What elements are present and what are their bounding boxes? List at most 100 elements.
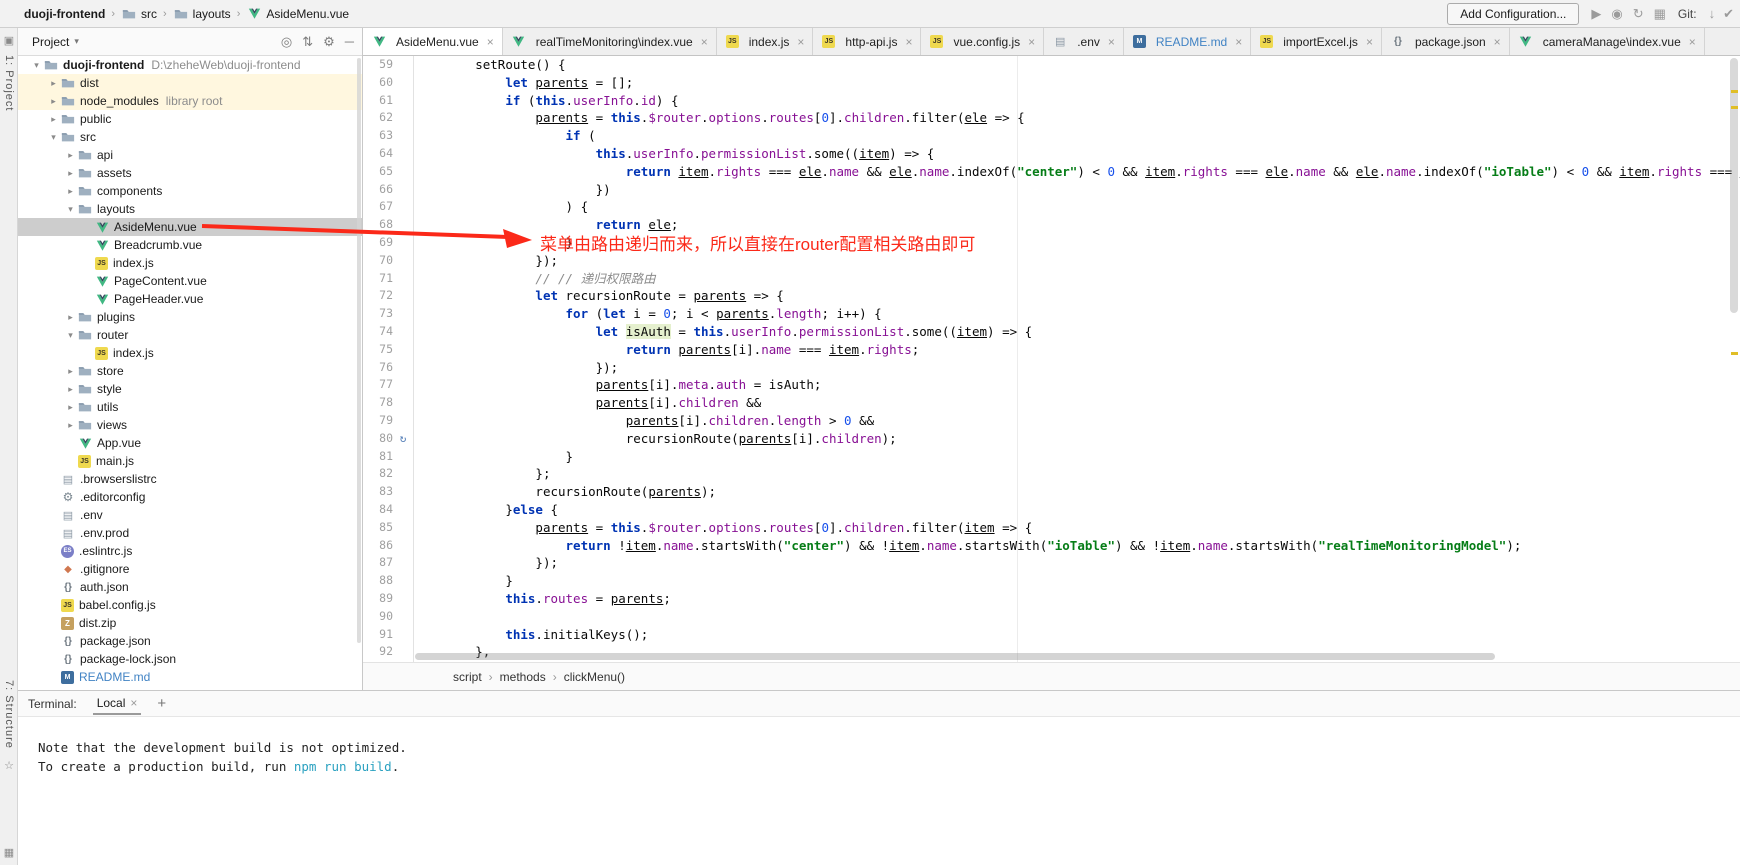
tree-item[interactable]: ▾router: [18, 326, 362, 344]
tree-item[interactable]: ▾src: [18, 128, 362, 146]
line-number[interactable]: 75: [363, 341, 393, 359]
editor-tab[interactable]: JSindex.js×: [717, 28, 814, 55]
line-number[interactable]: 72: [363, 287, 393, 305]
line-number[interactable]: 60: [363, 74, 393, 92]
chevron-down-icon[interactable]: ▾: [64, 204, 77, 215]
tree-item[interactable]: ES.eslintrc.js: [18, 542, 362, 560]
horizontal-scrollbar[interactable]: [415, 653, 1495, 660]
line-number[interactable]: 70: [363, 252, 393, 270]
tool-button-structure[interactable]: 7: Structure: [3, 680, 15, 749]
update-icon[interactable]: ↓: [1709, 6, 1716, 22]
close-icon[interactable]: ×: [797, 35, 804, 49]
tree-item[interactable]: JSindex.js: [18, 344, 362, 362]
editor-tab[interactable]: {}package.json×: [1382, 28, 1510, 55]
tree-item[interactable]: App.vue: [18, 434, 362, 452]
warning-stripe-mark[interactable]: [1731, 90, 1738, 93]
add-configuration-button[interactable]: Add Configuration...: [1447, 3, 1579, 25]
code-text[interactable]: for (let i = 0; i < parents.length; i++)…: [413, 305, 882, 323]
tree-item[interactable]: ▸plugins: [18, 308, 362, 326]
code-text[interactable]: });: [413, 359, 618, 377]
tree-item[interactable]: AsideMenu.vue: [18, 218, 362, 236]
code-text[interactable]: }: [413, 572, 513, 590]
warning-stripe-mark[interactable]: [1731, 106, 1738, 109]
line-number[interactable]: 82: [363, 465, 393, 483]
tree-item[interactable]: Breadcrumb.vue: [18, 236, 362, 254]
chevron-right-icon[interactable]: ▸: [64, 312, 77, 323]
breadcrumb-item[interactable]: layouts: [173, 6, 231, 22]
line-number[interactable]: 88: [363, 572, 393, 590]
line-number[interactable]: 73: [363, 305, 393, 323]
tree-scrollbar[interactable]: [357, 58, 361, 643]
tree-item[interactable]: ▾layouts: [18, 200, 362, 218]
hide-icon[interactable]: ─: [345, 34, 354, 50]
close-icon[interactable]: ×: [1235, 35, 1242, 49]
code-text[interactable]: parents = this.$router.options.routes[0]…: [413, 109, 1025, 127]
chevron-right-icon[interactable]: ▸: [64, 150, 77, 161]
line-number[interactable]: 68: [363, 216, 393, 234]
sync-icon[interactable]: ↻: [1633, 6, 1644, 22]
line-number[interactable]: 91: [363, 626, 393, 644]
chevron-right-icon[interactable]: ▸: [64, 402, 77, 413]
line-number[interactable]: 77: [363, 376, 393, 394]
close-icon[interactable]: ×: [1028, 35, 1035, 49]
line-number[interactable]: 63: [363, 127, 393, 145]
scroll-sync-icon[interactable]: ⇅: [302, 34, 313, 50]
code-text[interactable]: parents[i].children &&: [413, 394, 761, 412]
tree-item[interactable]: JSindex.js: [18, 254, 362, 272]
breadcrumb-item[interactable]: script: [453, 670, 482, 684]
tool-windows-icon[interactable]: ▦: [1654, 6, 1666, 22]
code-text[interactable]: recursionRoute(parents);: [413, 483, 716, 501]
line-number[interactable]: 85: [363, 519, 393, 537]
close-icon[interactable]: ×: [1494, 35, 1501, 49]
tool-button-project[interactable]: 1: Project: [3, 55, 15, 111]
tree-item[interactable]: ▸api: [18, 146, 362, 164]
tree-item[interactable]: ⚙.editorconfig: [18, 488, 362, 506]
code-text[interactable]: if (this.userInfo.id) {: [413, 92, 678, 110]
tree-item[interactable]: PageContent.vue: [18, 272, 362, 290]
favorites-icon[interactable]: ☆: [4, 759, 14, 772]
line-number[interactable]: 74: [363, 323, 393, 341]
code-text[interactable]: return parents[i].name === item.rights;: [413, 341, 919, 359]
tree-item[interactable]: JSbabel.config.js: [18, 596, 362, 614]
code-text[interactable]: ) {: [413, 198, 588, 216]
close-icon[interactable]: ×: [905, 35, 912, 49]
tree-item[interactable]: {}package-lock.json: [18, 650, 362, 668]
tree-item[interactable]: ▸utils: [18, 398, 362, 416]
line-number[interactable]: 64: [363, 145, 393, 163]
code-text[interactable]: }else {: [413, 501, 558, 519]
debug-icon[interactable]: ◉: [1611, 6, 1622, 22]
code-text[interactable]: });: [413, 554, 558, 572]
tree-item[interactable]: JSmain.js: [18, 452, 362, 470]
line-number[interactable]: 83: [363, 483, 393, 501]
new-terminal-tab-button[interactable]: +: [157, 695, 166, 712]
line-number[interactable]: 67: [363, 198, 393, 216]
tree-item[interactable]: MREADME.md: [18, 668, 362, 686]
breadcrumb-item[interactable]: duoji-frontend: [24, 7, 105, 21]
tree-item[interactable]: ▾duoji-frontendD:\zheheWeb\duoji-fronten…: [18, 56, 362, 74]
code-text[interactable]: this.routes = parents;: [413, 590, 671, 608]
stripe-bottom-icon[interactable]: ▦: [4, 846, 14, 859]
editor-tab[interactable]: ▤.env×: [1044, 28, 1124, 55]
code-text[interactable]: setRoute() {: [413, 56, 566, 74]
tree-item[interactable]: ▸style: [18, 380, 362, 398]
chevron-down-icon[interactable]: ▾: [30, 60, 43, 71]
tree-item[interactable]: ▤.env.prod: [18, 524, 362, 542]
tree-item[interactable]: {}auth.json: [18, 578, 362, 596]
code-text[interactable]: };: [413, 465, 550, 483]
tree-item[interactable]: PageHeader.vue: [18, 290, 362, 308]
code-text[interactable]: }: [413, 234, 573, 252]
breadcrumb-item[interactable]: src: [121, 6, 157, 22]
chevron-right-icon[interactable]: ▸: [47, 96, 60, 107]
code-editor[interactable]: 59 setRoute() {60 let parents = [];61 if…: [363, 56, 1740, 662]
run-icon[interactable]: ▶: [1591, 6, 1601, 22]
chevron-right-icon[interactable]: ▸: [64, 186, 77, 197]
editor-tab[interactable]: JSimportExcel.js×: [1251, 28, 1382, 55]
line-number[interactable]: 69: [363, 234, 393, 252]
code-text[interactable]: if (: [413, 127, 596, 145]
line-number[interactable]: 71: [363, 270, 393, 288]
editor-tab[interactable]: cameraManage\index.vue×: [1510, 28, 1705, 55]
line-number[interactable]: 79: [363, 412, 393, 430]
line-number[interactable]: 65: [363, 163, 393, 181]
settings-icon[interactable]: ⚙: [323, 34, 335, 50]
tree-item[interactable]: ▸dist: [18, 74, 362, 92]
